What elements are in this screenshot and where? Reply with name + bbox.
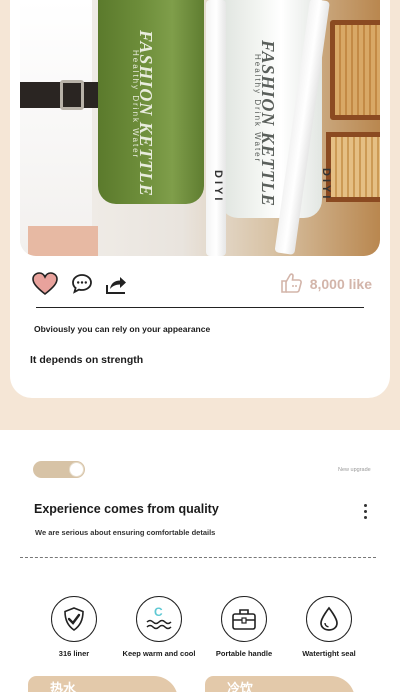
water-drop-icon	[306, 596, 352, 642]
feature-watertight-seal: Watertight seal	[289, 596, 369, 658]
photo-chair-seat	[326, 132, 380, 202]
svg-text:C: C	[154, 605, 163, 619]
feature-label: Watertight seal	[302, 649, 356, 658]
product-photo: FASHION KETTLE Healthy Drink Water FASHI…	[20, 0, 380, 256]
white-bottle-tagline: Healthy Drink Water	[253, 54, 262, 164]
strap-left-label: DIYI	[212, 170, 224, 204]
share-icon[interactable]	[104, 272, 130, 298]
thumbs-up-icon[interactable]	[280, 272, 306, 298]
heart-icon[interactable]	[32, 272, 58, 298]
photo-skirt	[20, 0, 92, 256]
handle-bag-icon	[221, 596, 267, 642]
caption-line-2: It depends on strength	[30, 354, 144, 366]
like-count: 8,000 like	[309, 276, 372, 292]
shield-check-icon	[51, 596, 97, 642]
caption-line-1: Obviously you can rely on your appearanc…	[34, 324, 211, 334]
section-subtitle: We are serious about ensuring comfortabl…	[35, 528, 216, 537]
section-dashed-divider	[20, 557, 376, 558]
feature-label: Keep warm and cool	[122, 649, 196, 658]
photo-belt-buckle	[60, 80, 84, 110]
new-upgrade-badge: New upgrade	[338, 467, 371, 473]
feature-316-liner: 316 liner	[34, 596, 114, 658]
tab-cold-drink[interactable]: 冷饮	[205, 676, 355, 692]
section-title: Experience comes from quality	[34, 502, 219, 516]
photo-belt	[20, 82, 98, 108]
feature-label: Portable handle	[215, 649, 273, 658]
photo-leg	[28, 226, 98, 256]
post-actions: 8,000 like	[32, 272, 376, 298]
tab-hot-water[interactable]: 热水	[28, 676, 178, 692]
post-card: FASHION KETTLE Healthy Drink Water FASHI…	[10, 0, 390, 398]
green-bottle-tagline: Healthy Drink Water	[131, 50, 140, 160]
feature-label: 316 liner	[58, 649, 90, 658]
feature-keep-warm-cool: C Keep warm and cool	[119, 596, 199, 658]
comment-icon[interactable]	[70, 272, 96, 298]
upgrade-toggle[interactable]	[33, 461, 85, 478]
toggle-knob	[69, 462, 84, 477]
feature-portable-handle: Portable handle	[204, 596, 284, 658]
strap-right-label: DIYI	[320, 168, 332, 202]
more-options-icon[interactable]	[362, 504, 368, 524]
photo-chair-back	[330, 20, 380, 120]
caption-divider	[36, 307, 364, 308]
bottle-strap-left	[206, 0, 226, 256]
warm-cool-icon: C	[136, 596, 182, 642]
